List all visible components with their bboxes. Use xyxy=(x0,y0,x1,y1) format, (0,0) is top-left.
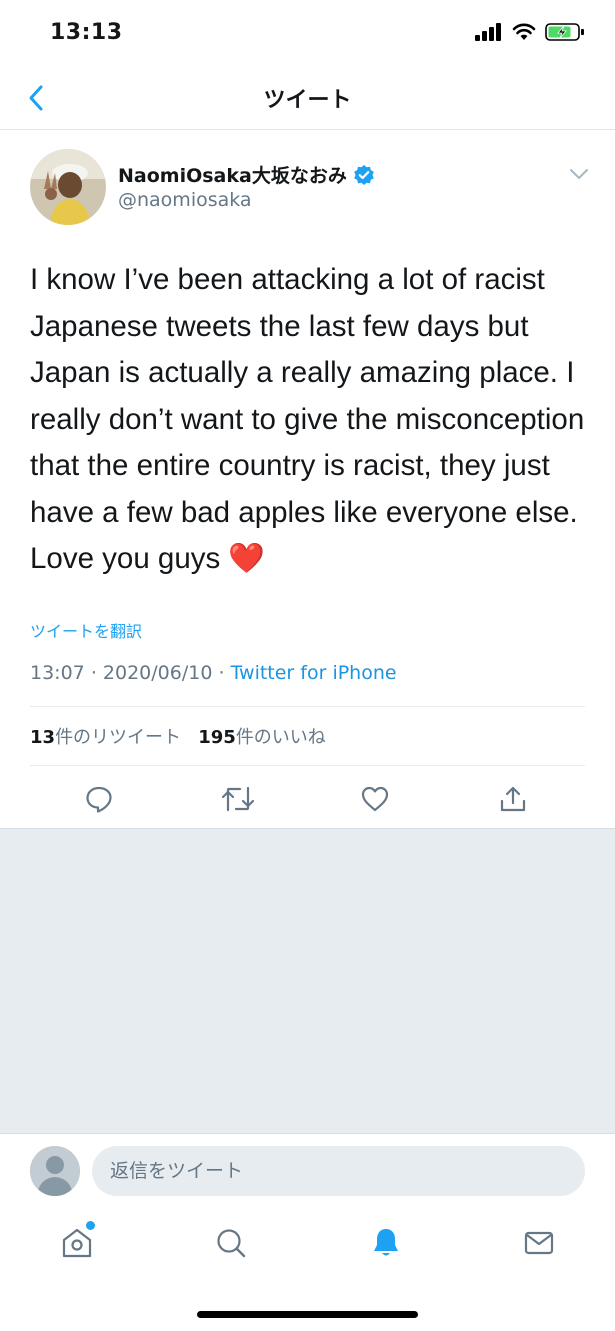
reply-button[interactable] xyxy=(81,781,117,817)
heart-icon xyxy=(361,786,389,812)
tab-bar xyxy=(0,1205,615,1331)
retweet-count: 13 xyxy=(30,727,56,748)
tab-notifications[interactable] xyxy=(366,1223,406,1263)
tweet-text: I know I’ve been attacking a lot of raci… xyxy=(30,263,585,575)
retweet-count-label: 件のリツイート xyxy=(55,727,182,748)
verified-badge-icon xyxy=(354,164,374,185)
display-name-row: NaomiOsaka大坂なおみ xyxy=(118,161,375,188)
reply-bar xyxy=(0,1133,615,1205)
home-icon xyxy=(62,1228,92,1258)
tweet-actions xyxy=(0,781,615,817)
reply-icon xyxy=(86,786,112,813)
retweet-icon xyxy=(221,786,255,812)
engagement-counts: 13件のリツイート 195件のいいね xyxy=(30,723,326,749)
translate-tweet-link[interactable]: ツイートを翻訳 xyxy=(30,618,142,642)
share-button[interactable] xyxy=(495,781,531,817)
page-title: ツイート xyxy=(263,88,352,113)
retweet-button[interactable] xyxy=(220,781,256,817)
signal-icon xyxy=(475,23,501,41)
avatar[interactable] xyxy=(30,149,106,225)
tab-home[interactable] xyxy=(57,1221,97,1263)
meta-separator: · xyxy=(218,662,225,684)
like-button[interactable] xyxy=(357,781,393,817)
avatar[interactable] xyxy=(30,1146,80,1196)
status-icons xyxy=(475,22,585,42)
replies-area xyxy=(0,828,615,1133)
nav-bar: ツイート xyxy=(0,66,615,130)
like-count-link[interactable]: 195件のいいね xyxy=(198,727,326,748)
meta-separator: · xyxy=(90,662,97,684)
retweet-count-link[interactable]: 13件のリツイート xyxy=(30,727,181,748)
home-indicator[interactable] xyxy=(197,1311,418,1318)
divider xyxy=(30,706,585,707)
more-options-button[interactable] xyxy=(569,165,589,184)
tweet-date: 2020/06/10 xyxy=(102,662,213,684)
notification-dot xyxy=(86,1221,95,1230)
tweet-meta: 13:07 · 2020/06/10 · Twitter for iPhone xyxy=(30,662,397,684)
tab-search[interactable] xyxy=(211,1223,251,1263)
wifi-icon xyxy=(512,23,536,40)
user-handle[interactable]: @naomiosaka xyxy=(118,189,252,211)
like-count-label: 件のいいね xyxy=(235,727,326,748)
battery-charging-icon xyxy=(545,23,584,41)
tab-messages[interactable] xyxy=(519,1223,559,1263)
bell-icon xyxy=(374,1229,398,1256)
status-time: 13:13 xyxy=(50,20,123,45)
search-icon xyxy=(217,1229,246,1258)
display-name[interactable]: NaomiOsaka大坂なおみ xyxy=(118,161,347,188)
reply-input[interactable] xyxy=(92,1146,585,1196)
tweet-detail: NaomiOsaka大坂なおみ @naomiosaka I know I’ve … xyxy=(0,131,615,828)
divider xyxy=(30,765,585,766)
tweet-time: 13:07 xyxy=(30,662,85,684)
share-icon xyxy=(500,786,526,812)
chevron-down-icon xyxy=(570,169,588,179)
status-bar: 13:13 xyxy=(0,0,615,66)
mail-icon xyxy=(524,1231,554,1255)
like-count: 195 xyxy=(198,727,236,748)
tweet-source-link[interactable]: Twitter for iPhone xyxy=(231,662,397,684)
